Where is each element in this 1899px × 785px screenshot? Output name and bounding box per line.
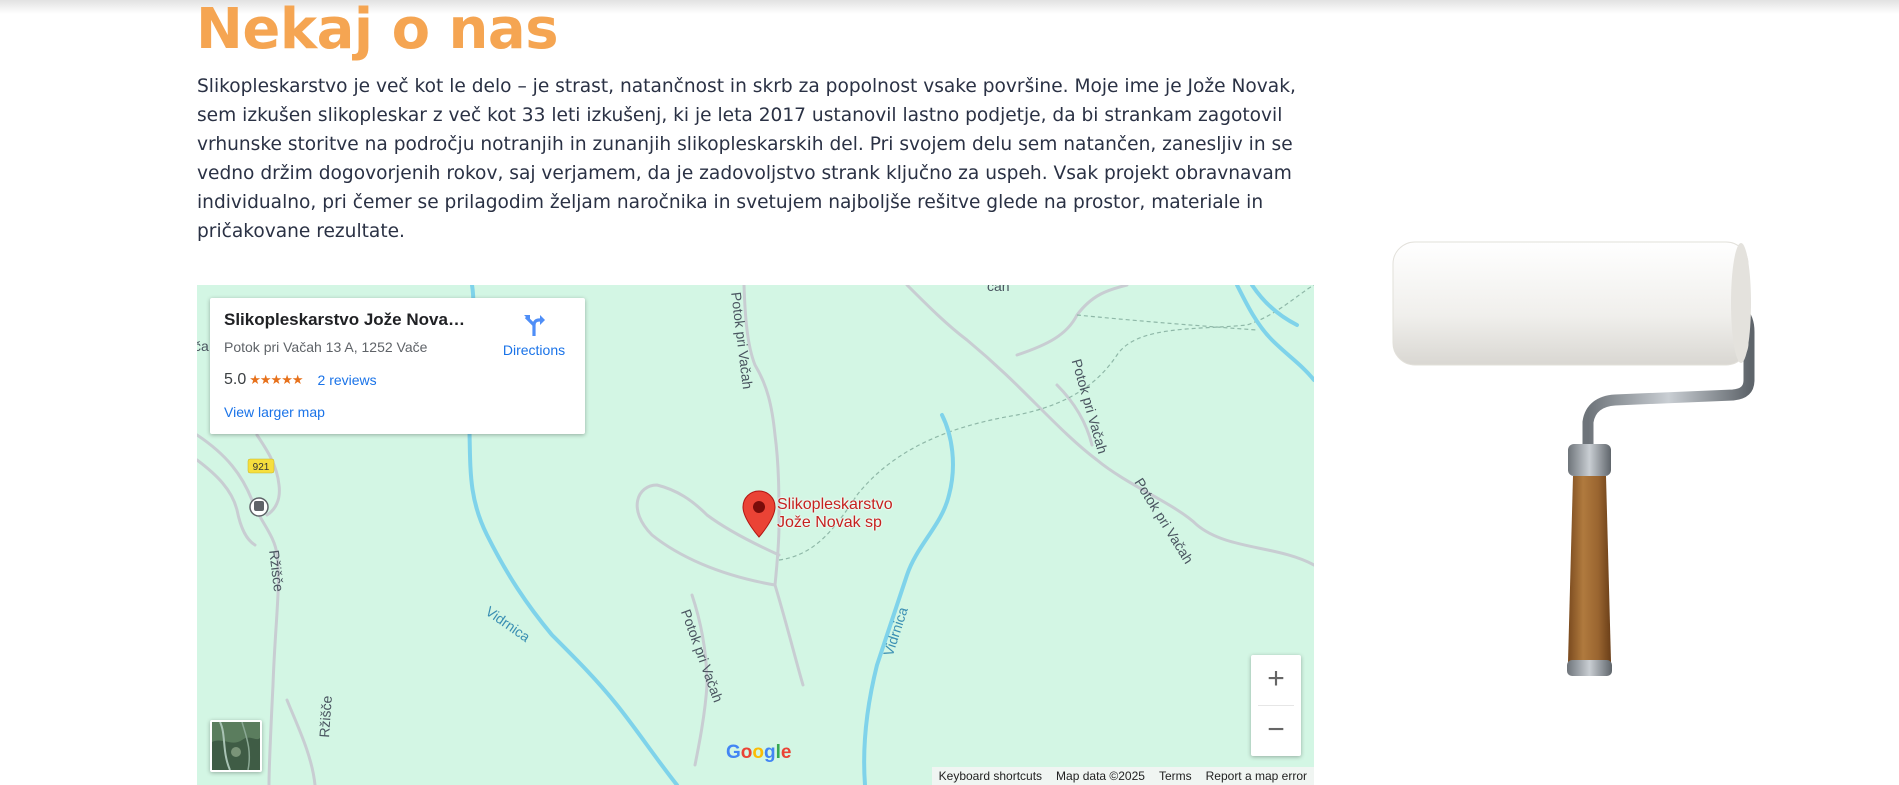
map-data-text: Map data ©2025 bbox=[1056, 769, 1145, 783]
place-card: Slikopleskarstvo Jože Novak ... Potok pr… bbox=[210, 298, 585, 434]
svg-text:921: 921 bbox=[253, 462, 270, 473]
river bbox=[862, 413, 955, 785]
location-pin-icon[interactable] bbox=[742, 490, 776, 538]
directions-label: Directions bbox=[502, 342, 566, 358]
bus-stop-icon bbox=[249, 497, 269, 517]
rating-row: 5.0 ★★★★★ 2 reviews bbox=[224, 371, 377, 389]
pin-label[interactable]: Slikopleskarstvo Jože Novak sp bbox=[777, 496, 893, 532]
keyboard-shortcuts-link[interactable]: Keyboard shortcuts bbox=[932, 769, 1049, 783]
page-title: Nekaj o nas bbox=[196, 0, 559, 62]
rating-value: 5.0 bbox=[224, 371, 247, 388]
river bbox=[1250, 285, 1299, 327]
place-address: Potok pri Vačah 13 A, 1252 Vače bbox=[224, 339, 428, 355]
embedded-map[interactable]: 921 Potok pri Vačah Potok pri Vačah Poto… bbox=[197, 285, 1314, 785]
zoom-out-button[interactable]: − bbox=[1251, 706, 1301, 756]
reviews-link[interactable]: 2 reviews bbox=[318, 372, 377, 388]
pin-label-line: Slikopleskarstvo bbox=[777, 496, 893, 513]
road bbox=[1015, 285, 1129, 357]
street-label: čah bbox=[987, 285, 1010, 294]
star-rating-icon: ★★★★★ bbox=[249, 372, 303, 387]
directions-icon bbox=[524, 315, 545, 336]
place-label: ča bbox=[197, 338, 209, 354]
trail bbox=[1076, 314, 1258, 331]
road bbox=[197, 458, 257, 547]
directions-button[interactable]: Directions bbox=[494, 312, 574, 358]
place-name: Slikopleskarstvo Jože Novak ... bbox=[224, 310, 474, 329]
satellite-view-toggle[interactable] bbox=[210, 720, 262, 772]
map-attribution: Keyboard shortcuts Map data ©2025 Terms … bbox=[931, 767, 1314, 785]
view-larger-map-link[interactable]: View larger map bbox=[224, 404, 325, 420]
road bbox=[285, 698, 317, 785]
zoom-in-button[interactable]: + bbox=[1251, 655, 1301, 705]
terms-link[interactable]: Terms bbox=[1152, 769, 1199, 783]
about-paragraph: Slikopleskarstvo je več kot le delo – je… bbox=[197, 76, 1296, 242]
river bbox=[1235, 285, 1314, 382]
place-label: Ržišče bbox=[316, 695, 335, 739]
road-badge-921: 921 bbox=[247, 458, 275, 474]
satellite-thumbnail-icon bbox=[212, 722, 260, 770]
road bbox=[742, 285, 805, 687]
google-logo: Google bbox=[726, 742, 792, 763]
paint-roller-illustration bbox=[1392, 241, 1755, 676]
zoom-control: + − bbox=[1251, 655, 1301, 756]
pin-label-line: Jože Novak sp bbox=[777, 514, 882, 531]
report-map-error-link[interactable]: Report a map error bbox=[1199, 769, 1314, 783]
road bbox=[905, 285, 1314, 567]
